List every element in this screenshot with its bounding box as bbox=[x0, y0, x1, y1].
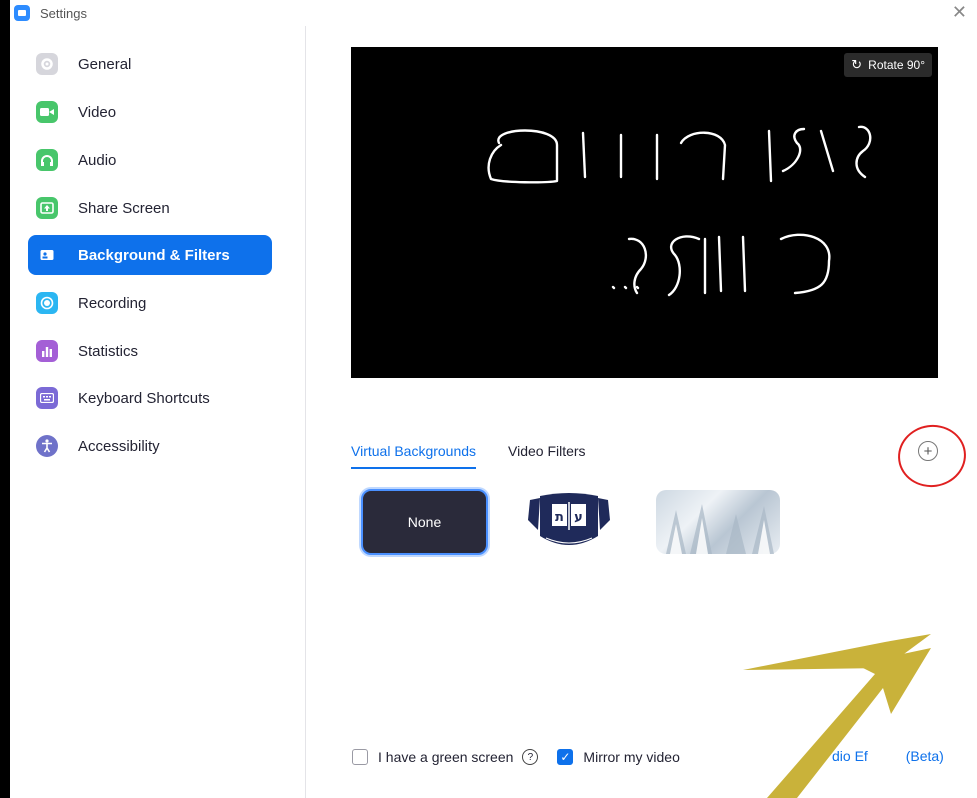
tab-virtual-backgrounds[interactable]: Virtual Backgrounds bbox=[351, 443, 477, 469]
statistics-icon bbox=[36, 340, 58, 362]
tab-video-filters[interactable]: Video Filters bbox=[508, 443, 586, 467]
svg-text:ת: ת bbox=[555, 510, 564, 525]
accessibility-icon bbox=[36, 435, 58, 457]
yellow-annotation-arrow bbox=[743, 634, 931, 798]
background-tile-emblem[interactable]: ת ע bbox=[510, 490, 628, 554]
rotate-icon: ↻ bbox=[851, 57, 863, 72]
background-tile-snowy-forest[interactable] bbox=[656, 490, 780, 554]
settings-sidebar: General Video Audio Share Screen Backgro… bbox=[10, 26, 306, 798]
sidebar-item-recording[interactable]: Recording bbox=[28, 283, 272, 323]
sidebar-item-video[interactable]: Video bbox=[28, 92, 272, 132]
sidebar-item-keyboard-shortcuts[interactable]: Keyboard Shortcuts bbox=[28, 378, 272, 418]
keyboard-icon bbox=[36, 387, 58, 409]
left-window-edge bbox=[0, 0, 10, 798]
rotate-90-button[interactable]: ↻ Rotate 90° bbox=[844, 53, 932, 77]
sidebar-item-statistics[interactable]: Statistics bbox=[28, 331, 272, 371]
emblem-image: ת ע bbox=[528, 493, 610, 545]
close-icon[interactable]: ✕ bbox=[952, 2, 967, 23]
record-icon bbox=[36, 292, 58, 314]
bottom-options-row: I have a green screen ? ✓ Mirror my vide… bbox=[352, 746, 680, 768]
sidebar-item-audio[interactable]: Audio bbox=[28, 140, 272, 180]
sidebar-item-label: Video bbox=[78, 103, 117, 121]
video-camera-icon bbox=[36, 101, 58, 123]
share-screen-icon bbox=[36, 197, 58, 219]
handwritten-text-drawing bbox=[487, 125, 872, 297]
sidebar-item-label: Statistics bbox=[78, 342, 139, 360]
green-screen-label: I have a green screen bbox=[378, 749, 514, 765]
help-question-icon[interactable]: ? bbox=[522, 749, 539, 765]
zoom-app-icon bbox=[14, 5, 30, 21]
sidebar-item-label: Accessibility bbox=[78, 437, 160, 455]
sidebar-item-share-screen[interactable]: Share Screen bbox=[28, 188, 272, 228]
sidebar-item-label: General bbox=[78, 55, 132, 73]
tile-label: None bbox=[407, 514, 442, 530]
mirror-video-checkbox[interactable]: ✓ bbox=[557, 749, 574, 765]
rotate-label: Rotate 90° bbox=[868, 58, 925, 72]
sidebar-item-general[interactable]: General bbox=[28, 44, 272, 84]
background-tile-none[interactable]: None bbox=[361, 489, 488, 555]
sidebar-item-label: Share Screen bbox=[78, 199, 170, 217]
sidebar-item-label: Background & Filters bbox=[78, 246, 230, 264]
mirror-video-label: Mirror my video bbox=[583, 749, 680, 765]
sidebar-item-accessibility[interactable]: Accessibility bbox=[28, 426, 272, 466]
snowy-forest-image bbox=[666, 504, 774, 554]
background-icon bbox=[36, 244, 58, 266]
svg-text:ע: ע bbox=[574, 510, 583, 525]
gear-icon bbox=[36, 53, 58, 75]
sidebar-item-label: Keyboard Shortcuts bbox=[78, 389, 210, 407]
sidebar-item-label: Audio bbox=[78, 151, 117, 169]
sidebar-item-label: Recording bbox=[78, 294, 147, 312]
headphones-icon bbox=[36, 149, 58, 171]
title-bar: Settings bbox=[10, 0, 977, 26]
red-annotation-circle bbox=[894, 420, 970, 492]
green-screen-checkbox[interactable] bbox=[352, 749, 368, 765]
sidebar-item-background-filters[interactable]: Background & Filters bbox=[28, 235, 272, 275]
video-preview: ↻ Rotate 90° bbox=[351, 47, 938, 378]
window-title: Settings bbox=[40, 5, 87, 21]
